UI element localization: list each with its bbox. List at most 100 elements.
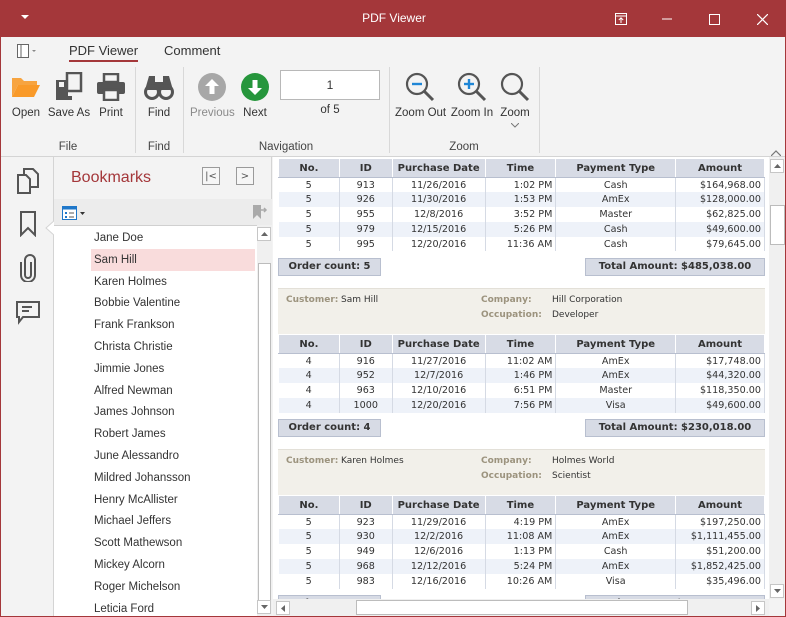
- bookmark-item[interactable]: Jimmie Jones: [91, 358, 255, 380]
- next-page-button[interactable]: Next: [239, 69, 271, 119]
- column-header[interactable]: Purchase Date: [391, 334, 486, 354]
- column-header[interactable]: Time: [484, 158, 557, 178]
- customer-value: Karen Holmes: [341, 456, 404, 467]
- scroll-down-button[interactable]: [770, 584, 784, 598]
- column-header[interactable]: Purchase Date: [391, 495, 486, 516]
- column-header[interactable]: ID: [338, 334, 393, 354]
- scroll-thumb[interactable]: [258, 263, 271, 603]
- document-vertical-scrollbar[interactable]: [769, 157, 785, 599]
- bookmark-item[interactable]: Mickey Alcorn: [91, 554, 255, 576]
- bookmarks-panel: Bookmarks |< > Jane Doe Sam Hill Karen Hol…: [54, 157, 272, 616]
- save-as-button[interactable]: Save As: [47, 69, 91, 119]
- close-button[interactable]: [739, 1, 785, 37]
- table-cell: 12/6/2016: [392, 544, 486, 560]
- column-header[interactable]: Time: [484, 495, 557, 516]
- open-button[interactable]: Open: [9, 69, 43, 119]
- bookmark-item[interactable]: Bobbie Valentine: [91, 292, 255, 314]
- bookmark-item[interactable]: Robert James: [91, 423, 255, 445]
- previous-page-button[interactable]: Previous: [190, 69, 235, 119]
- table-cell: 5: [278, 192, 340, 208]
- column-header[interactable]: Payment Type: [555, 495, 676, 516]
- bookmark-item[interactable]: Sam Hill: [91, 248, 255, 271]
- go-to-bookmark-button[interactable]: [252, 204, 268, 224]
- column-header[interactable]: No.: [278, 495, 340, 516]
- scroll-thumb[interactable]: [770, 205, 785, 245]
- bookmark-item[interactable]: June Alessandro: [91, 445, 255, 467]
- minimize-icon: [662, 18, 672, 20]
- bookmark-options-button[interactable]: [62, 205, 86, 224]
- zoom-dropdown-button[interactable]: Zoom: [499, 69, 531, 131]
- list-options-icon: [62, 206, 85, 220]
- scroll-thumb[interactable]: [356, 600, 688, 615]
- bookmark-item[interactable]: Scott Mathewson: [91, 532, 255, 554]
- table-cell: $51,200.00: [675, 544, 765, 560]
- table-cell: 952: [339, 368, 393, 384]
- table-cell: 949: [339, 544, 393, 560]
- tab-pdf-viewer[interactable]: PDF Viewer: [69, 43, 139, 62]
- page-number-input[interactable]: [280, 70, 380, 100]
- scroll-left-button[interactable]: [276, 601, 290, 615]
- bookmarks-button[interactable]: [14, 210, 42, 238]
- zoom-in-button[interactable]: Zoom In: [450, 69, 494, 119]
- scroll-right-button[interactable]: [751, 601, 765, 615]
- bookmark-item[interactable]: Mildred Johansson: [91, 467, 255, 489]
- bookmark-item[interactable]: Roger Michelson: [91, 576, 255, 598]
- table-cell: $128,000.00: [675, 192, 765, 208]
- table-row: 5 923 11/29/2016 4:19 PM AmEx $197,250.00: [278, 514, 765, 530]
- collapse-panel-button[interactable]: |<: [202, 167, 220, 185]
- scroll-up-button[interactable]: [770, 159, 784, 173]
- group-navigation-label: Navigation: [258, 141, 314, 153]
- column-header[interactable]: Time: [484, 334, 557, 354]
- comment-icon: [16, 301, 40, 325]
- bookmark-item[interactable]: Michael Jeffers: [91, 510, 255, 532]
- table-row: 5 955 12/8/2016 3:52 PM Master $62,825.00: [278, 207, 765, 222]
- column-header[interactable]: Amount: [675, 334, 765, 354]
- table-row: 5 995 12/20/2016 11:36 AM Cash $79,645.00: [278, 236, 765, 252]
- bookmark-item[interactable]: Karen Holmes: [91, 271, 255, 293]
- occupation-label: Occupation:: [481, 471, 542, 482]
- minimize-button[interactable]: [644, 1, 690, 37]
- document-horizontal-scrollbar[interactable]: [273, 599, 769, 616]
- table-row: 5 979 12/15/2016 5:26 PM Cash $49,600.00: [278, 221, 765, 237]
- attachments-button[interactable]: [14, 254, 42, 282]
- comments-button[interactable]: [14, 299, 42, 327]
- expand-panel-button[interactable]: >: [236, 167, 254, 185]
- column-header[interactable]: Purchase Date: [391, 158, 486, 178]
- column-header[interactable]: Payment Type: [555, 334, 677, 354]
- bookmark-item[interactable]: Jane Doe: [91, 227, 255, 249]
- table-cell: 1:02 PM: [485, 177, 557, 193]
- column-header[interactable]: Amount: [675, 158, 765, 178]
- find-button[interactable]: Find: [141, 69, 177, 119]
- restore-ribbon-button[interactable]: [598, 1, 644, 37]
- table-cell: 5: [278, 573, 340, 589]
- column-header[interactable]: ID: [338, 495, 393, 516]
- maximize-button[interactable]: [691, 1, 737, 37]
- column-header[interactable]: Payment Type: [555, 158, 677, 178]
- table-cell: 7:56 PM: [485, 397, 557, 413]
- tab-comment[interactable]: Comment: [164, 43, 220, 58]
- column-header[interactable]: No.: [278, 334, 340, 354]
- table-cell: 10:26 AM: [485, 573, 557, 589]
- bookmark-item[interactable]: Leticia Ford: [91, 598, 255, 616]
- bookmark-item[interactable]: James Johnson: [91, 401, 255, 423]
- table-cell: 4: [278, 353, 340, 369]
- table-cell: 12/20/2016: [392, 236, 486, 252]
- chevron-down-icon: [510, 122, 520, 128]
- app-menu-button[interactable]: [17, 43, 39, 62]
- bookmark-item[interactable]: Henry McAllister: [91, 489, 255, 511]
- zoom-out-button[interactable]: Zoom Out: [395, 69, 446, 119]
- column-header[interactable]: ID: [338, 158, 393, 178]
- bookmark-item[interactable]: Alfred Newman: [91, 380, 255, 402]
- column-header[interactable]: Amount: [675, 495, 765, 516]
- column-header[interactable]: No.: [278, 158, 340, 178]
- scroll-down-button[interactable]: [257, 600, 271, 614]
- print-button[interactable]: Print: [95, 69, 127, 119]
- bookmarks-toolbar: [54, 199, 272, 225]
- bookmark-item[interactable]: Christa Christie: [91, 336, 255, 358]
- pages-icon: [17, 168, 39, 194]
- scroll-up-button[interactable]: [257, 227, 271, 241]
- table-cell: 1:13 PM: [485, 544, 557, 560]
- bookmark-item[interactable]: Frank Frankson: [91, 314, 255, 336]
- page-thumbnails-button[interactable]: [14, 167, 42, 195]
- bookmarks-scrollbar[interactable]: [257, 225, 272, 616]
